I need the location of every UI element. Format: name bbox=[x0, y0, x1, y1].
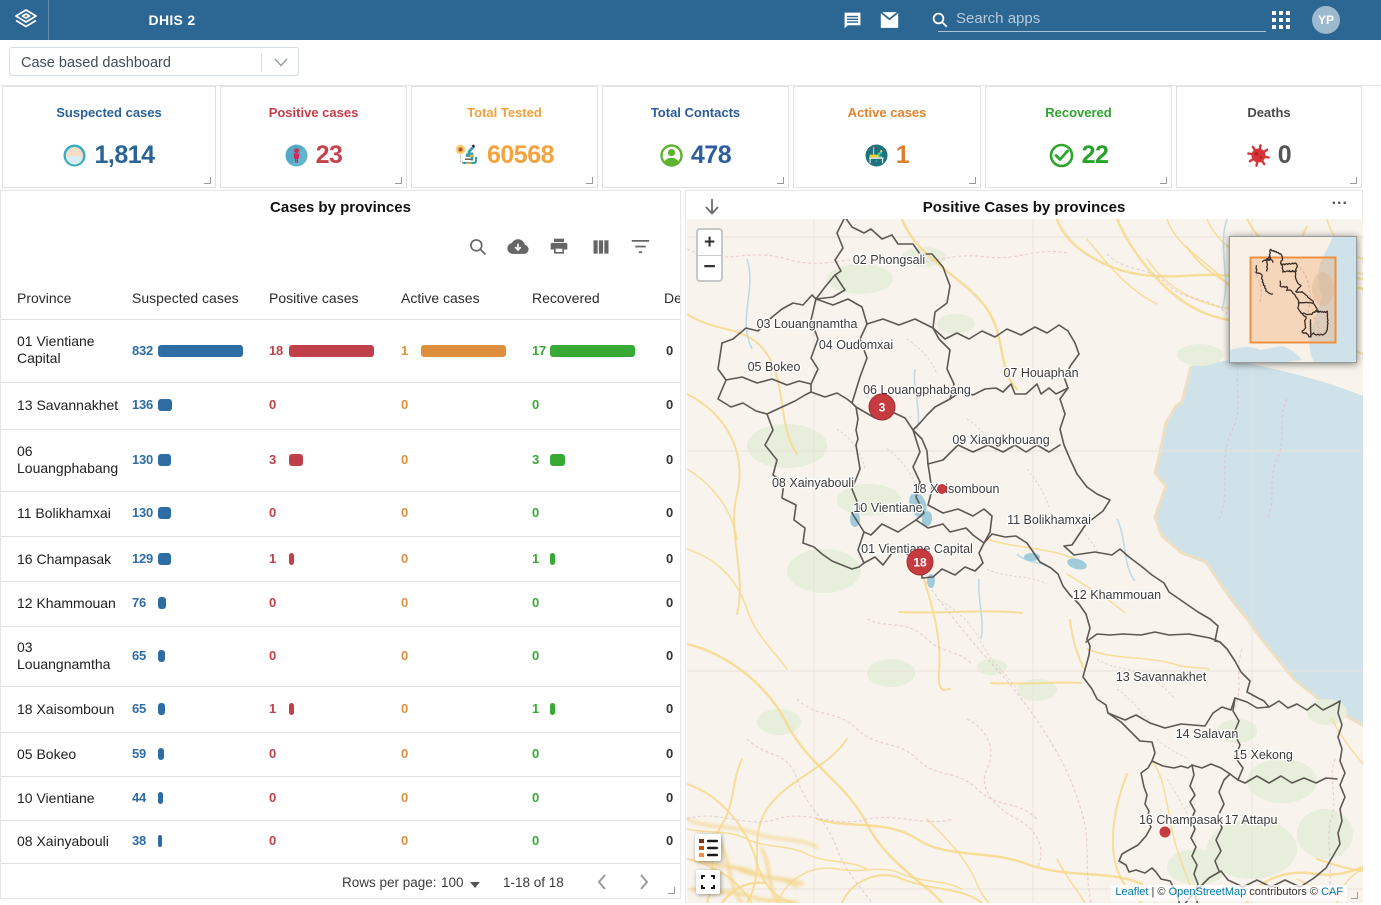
svg-text:07 Houaphan: 07 Houaphan bbox=[1003, 366, 1078, 380]
svg-text:11 Bolikhamxai: 11 Bolikhamxai bbox=[1007, 513, 1091, 527]
svg-text:18 Xaisomboun: 18 Xaisomboun bbox=[913, 482, 1000, 496]
svg-text:15 Xekong: 15 Xekong bbox=[1233, 748, 1293, 762]
svg-text:18: 18 bbox=[913, 556, 927, 570]
svg-text:13 Savannakhet: 13 Savannakhet bbox=[1116, 670, 1207, 684]
svg-text:12 Khammouan: 12 Khammouan bbox=[1073, 588, 1161, 602]
svg-text:10 Vientiane: 10 Vientiane bbox=[853, 501, 922, 515]
svg-text:14 Salavan: 14 Salavan bbox=[1176, 727, 1239, 741]
svg-text:02 Phongsali: 02 Phongsali bbox=[853, 253, 925, 267]
svg-text:03 Louangnamtha: 03 Louangnamtha bbox=[757, 317, 858, 331]
svg-text:16 Champasak: 16 Champasak bbox=[1139, 813, 1224, 827]
svg-text:05 Bokeo: 05 Bokeo bbox=[748, 360, 801, 374]
svg-text:04 Oudomxai: 04 Oudomxai bbox=[819, 338, 893, 352]
svg-text:08 Xainyabouli: 08 Xainyabouli bbox=[772, 476, 854, 490]
svg-text:17 Attapu: 17 Attapu bbox=[1225, 813, 1278, 827]
svg-text:09 Xiangkhouang: 09 Xiangkhouang bbox=[952, 433, 1049, 447]
svg-text:3: 3 bbox=[879, 401, 886, 415]
